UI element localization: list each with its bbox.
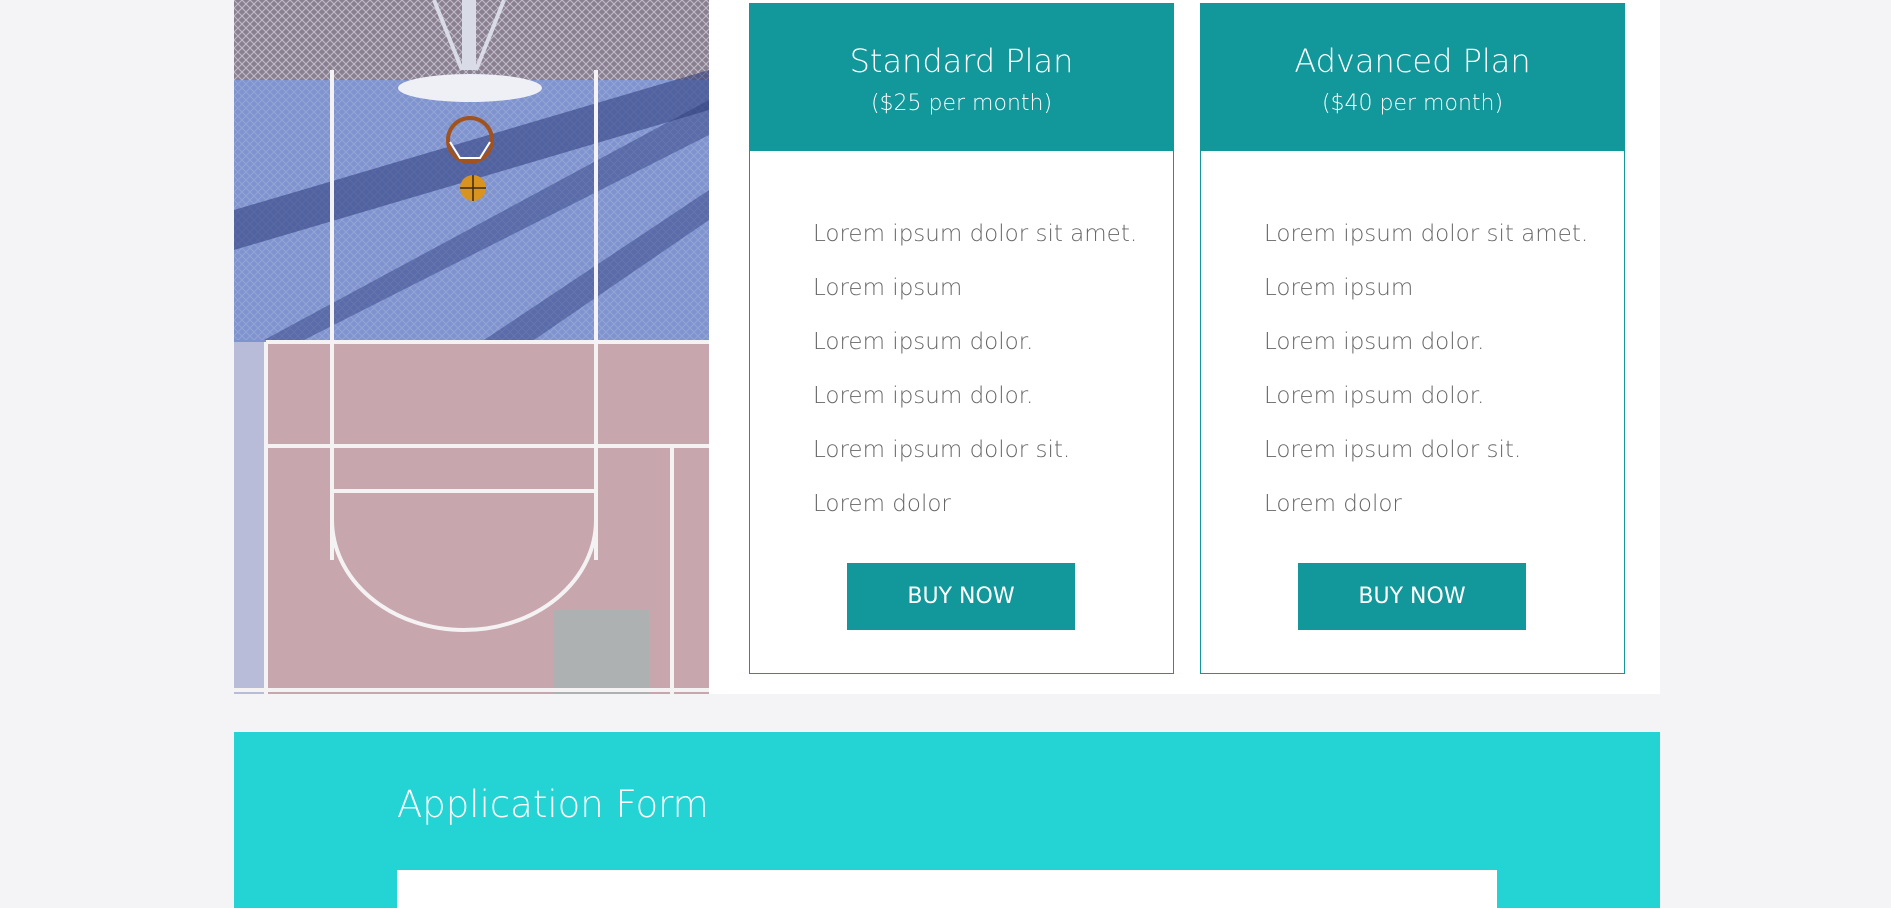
list-item: Lorem dolor [813,491,951,517]
list-item: Lorem ipsum dolor sit amet. [813,221,1138,247]
list-item: Lorem ipsum [813,275,963,301]
basketball-court-photo [234,0,709,694]
plan-header: Standard Plan ($25 per month) [750,4,1173,151]
plan-price: ($25 per month) [870,91,1053,116]
application-form-title: Application Form [397,783,709,826]
standard-plan-card: Standard Plan ($25 per month) Lorem ipsu… [749,3,1174,674]
plan-name: Advanced Plan [1294,42,1531,80]
application-form-panel [397,870,1497,908]
list-item: Lorem dolor [1264,491,1402,517]
list-item: Lorem ipsum dolor. [813,329,1034,355]
list-item: Lorem ipsum dolor. [1264,329,1485,355]
list-item: Lorem ipsum dolor. [1264,383,1485,409]
plan-header: Advanced Plan ($40 per month) [1201,4,1624,151]
buy-now-button[interactable]: BUY NOW [847,563,1075,630]
application-form-section: Application Form [234,732,1660,908]
list-item: Lorem ipsum dolor sit. [813,437,1071,463]
buy-now-button[interactable]: BUY NOW [1298,563,1526,630]
feature-list: Lorem ipsum dolor sit amet. Lorem ipsum … [750,151,1173,531]
list-item: Lorem ipsum [1264,275,1414,301]
feature-list: Lorem ipsum dolor sit amet. Lorem ipsum … [1201,151,1624,531]
plan-name: Standard Plan [849,42,1074,80]
advanced-plan-card: Advanced Plan ($40 per month) Lorem ipsu… [1200,3,1625,674]
list-item: Lorem ipsum dolor sit amet. [1264,221,1589,247]
pricing-section: Standard Plan ($25 per month) Lorem ipsu… [234,0,1660,694]
list-item: Lorem ipsum dolor sit. [1264,437,1522,463]
plan-price: ($40 per month) [1321,91,1504,116]
list-item: Lorem ipsum dolor. [813,383,1034,409]
